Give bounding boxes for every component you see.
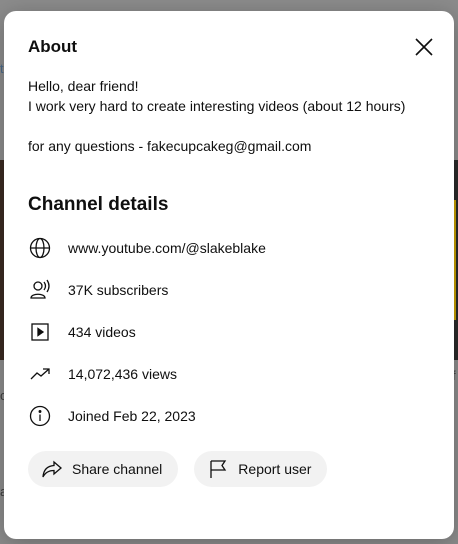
- description-line: Hello, dear friend!: [28, 78, 139, 94]
- info-icon: [28, 402, 56, 430]
- dialog-actions: Share channel Report user: [28, 451, 328, 487]
- play-square-icon: [28, 318, 56, 346]
- channel-details-list: www.youtube.com/@slakeblake 37K subscrib…: [28, 227, 428, 437]
- channel-details-heading: Channel details: [28, 194, 169, 215]
- description-line: for any questions - fakecupcakeg@gmail.c…: [28, 138, 312, 154]
- report-user-button[interactable]: Report user: [194, 451, 328, 487]
- close-button[interactable]: [408, 31, 440, 63]
- channel-description: Hello, dear friend! I work very hard to …: [28, 76, 428, 156]
- share-channel-button[interactable]: Share channel: [28, 451, 179, 487]
- detail-row-joined: Joined Feb 22, 2023: [28, 395, 428, 437]
- report-user-label: Report user: [238, 461, 312, 477]
- share-icon: [42, 460, 62, 478]
- channel-url-link[interactable]: www.youtube.com/@slakeblake: [68, 240, 266, 256]
- detail-row-subscribers: 37K subscribers: [28, 269, 428, 311]
- view-count: 14,072,436 views: [68, 366, 177, 382]
- about-dialog: About Hello, dear friend! I work very ha…: [4, 11, 454, 539]
- detail-row-views: 14,072,436 views: [28, 353, 428, 395]
- trending-up-icon: [28, 360, 56, 388]
- joined-date: Joined Feb 22, 2023: [68, 408, 196, 424]
- detail-row-url: www.youtube.com/@slakeblake: [28, 227, 428, 269]
- detail-row-videos: 434 videos: [28, 311, 428, 353]
- description-line: I work very hard to create interesting v…: [28, 98, 406, 114]
- flag-icon: [210, 460, 227, 478]
- close-icon: [415, 38, 433, 56]
- person-broadcast-icon: [28, 276, 56, 304]
- dialog-title: About: [28, 37, 78, 56]
- globe-icon: [28, 234, 56, 262]
- video-count: 434 videos: [68, 324, 136, 340]
- share-channel-label: Share channel: [72, 461, 163, 477]
- subscriber-count: 37K subscribers: [68, 282, 169, 298]
